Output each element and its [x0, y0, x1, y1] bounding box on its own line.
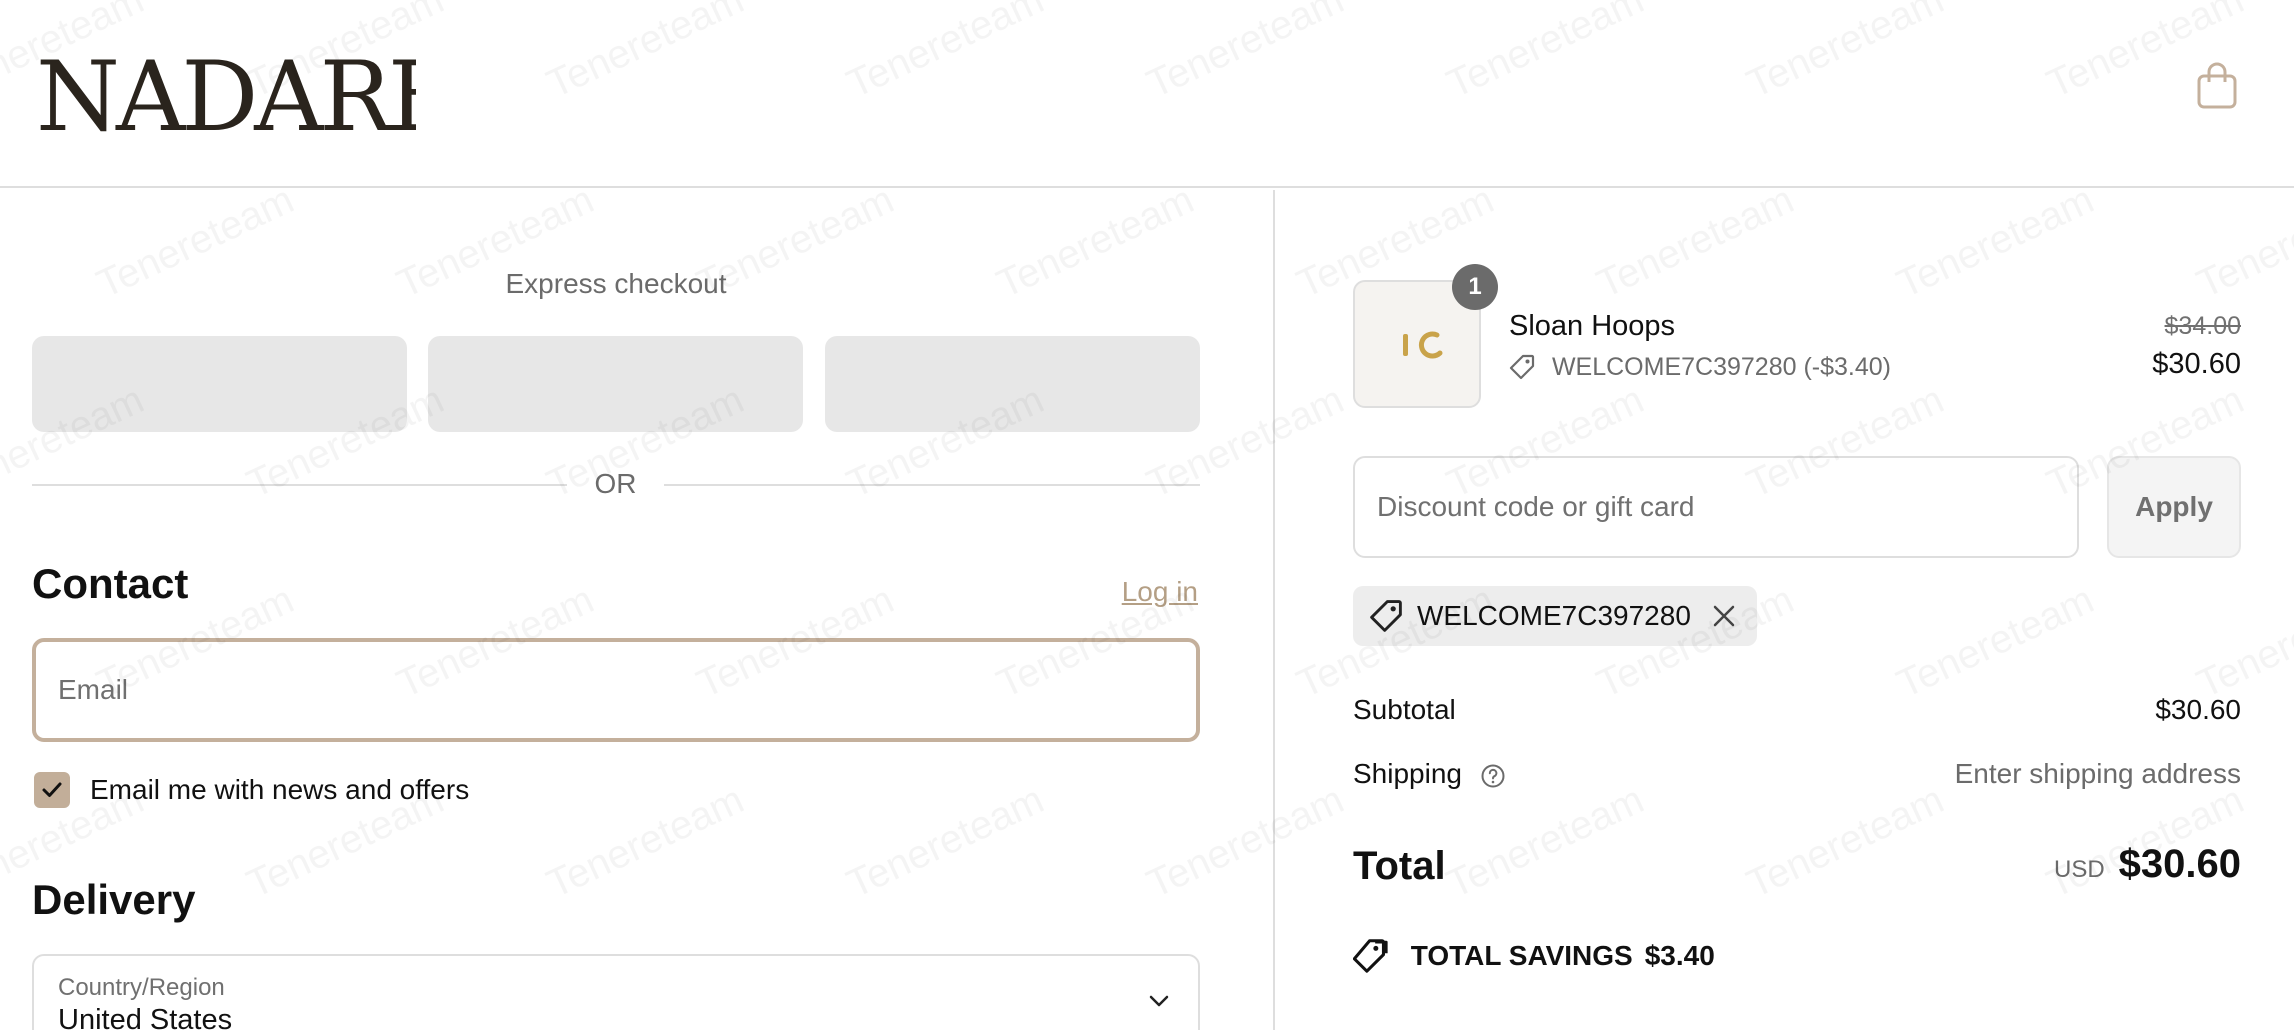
- newsletter-checkbox[interactable]: [34, 772, 70, 808]
- shipping-label-row: Shipping: [1353, 758, 1506, 790]
- header: NADARÉ: [0, 0, 2294, 188]
- checkout-form: Express checkout OR Contact Log in Email…: [0, 190, 1275, 1030]
- help-circle-icon[interactable]: [1480, 763, 1506, 789]
- total-value: USD $30.60: [2054, 842, 2241, 887]
- order-summary: 1 Sloan Hoops WELCOME7C397280 (-$3.40) $…: [1277, 190, 2294, 1030]
- country-field-value: United States: [58, 1004, 233, 1030]
- item-discount-text: WELCOME7C397280 (-$3.40): [1551, 352, 1891, 381]
- divider-line: [32, 484, 567, 486]
- price-tag-icon: [1370, 600, 1402, 632]
- subtotal-value: $30.60: [2155, 694, 2241, 725]
- brand-logo[interactable]: NADARÉ: [36, 26, 416, 146]
- express-checkout-title: Express checkout: [505, 268, 727, 299]
- original-price: $34.00: [2164, 312, 2241, 340]
- quantity-badge: 1: [1452, 264, 1498, 310]
- subtotal-label: Subtotal: [1353, 694, 1456, 725]
- chevron-down-icon: [1149, 995, 1169, 1007]
- express-pay-button-1[interactable]: [32, 336, 407, 432]
- shopping-bag-icon[interactable]: [2196, 60, 2238, 110]
- express-pay-button-3[interactable]: [825, 336, 1200, 432]
- discounted-price: $30.60: [2152, 348, 2241, 380]
- product-name: Sloan Hoops: [1509, 310, 1676, 342]
- price-tag-icon: [1509, 355, 1535, 380]
- total-currency: USD: [2053, 856, 2105, 883]
- divider-line: [664, 484, 1200, 486]
- apply-button[interactable]: Apply: [2107, 456, 2241, 558]
- savings-label: TOTAL SAVINGS: [1410, 940, 1633, 971]
- email-field[interactable]: [32, 638, 1200, 742]
- newsletter-label: Email me with news and offers: [90, 774, 470, 805]
- item-discount: WELCOME7C397280 (-$3.40): [1509, 352, 1891, 382]
- applied-discount-code: WELCOME7C397280: [1417, 600, 1691, 631]
- discount-code-input[interactable]: [1355, 458, 2077, 556]
- country-select[interactable]: Country/Region United States: [32, 954, 1200, 1030]
- brand-logo-text: NADARÉ: [36, 41, 416, 146]
- delivery-heading: Delivery: [32, 876, 196, 923]
- or-divider: OR: [32, 466, 1200, 502]
- total-label: Total: [1353, 844, 1446, 888]
- total-amount: $30.60: [2118, 842, 2241, 886]
- total-savings: TOTAL SAVINGS $3.40: [1353, 938, 1715, 974]
- country-field-label: Country/Region: [58, 974, 225, 1001]
- contact-heading: Contact: [32, 560, 189, 607]
- express-pay-button-2[interactable]: [428, 336, 803, 432]
- checkmark-icon: [42, 782, 62, 797]
- close-icon[interactable]: [1711, 603, 1737, 629]
- shipping-label: Shipping: [1353, 758, 1462, 789]
- savings-tag-icon: [1353, 939, 1388, 973]
- applied-discount-chip: WELCOME7C397280: [1353, 586, 1757, 646]
- or-label: OR: [594, 468, 637, 499]
- shipping-value: Enter shipping address: [1954, 758, 2241, 789]
- discount-code-field[interactable]: [1353, 456, 2079, 558]
- log-in-link[interactable]: Log in: [1122, 576, 1198, 608]
- savings-value: $3.40: [1644, 940, 1715, 971]
- email-input[interactable]: [36, 642, 1196, 738]
